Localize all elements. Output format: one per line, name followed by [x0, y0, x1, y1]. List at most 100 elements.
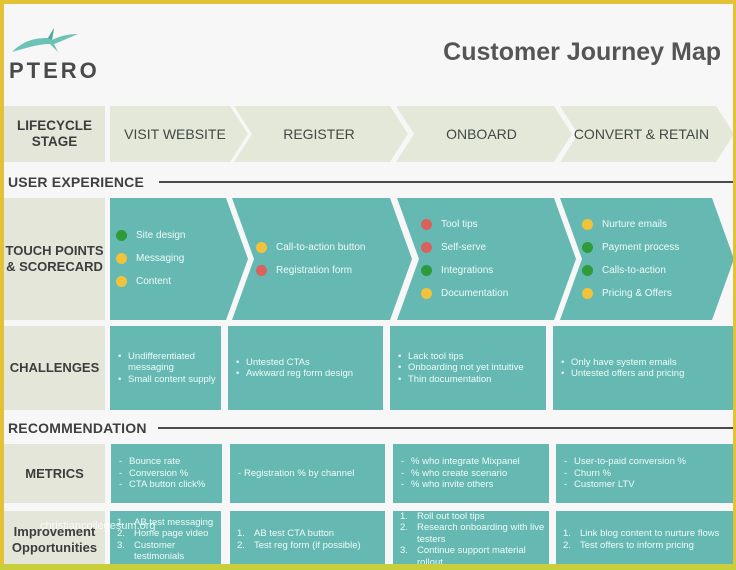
metrics-list-item: -% who integrate Mixpanel	[393, 456, 549, 468]
section-user-experience: USER EXPERIENCE	[8, 174, 145, 190]
list-text: Test offers to inform pricing	[580, 539, 694, 551]
status-red-dot-icon	[421, 219, 432, 230]
challenges-list-item: • Undifferentiated messaging	[110, 351, 221, 374]
lifecycle-stage-label: LIFECYCLE STAGE	[4, 106, 105, 162]
list-marker: -	[564, 467, 568, 479]
list-marker: 1.	[400, 510, 408, 522]
list-marker: -	[401, 456, 405, 468]
list-marker: •	[236, 356, 240, 368]
challenges-list-item: • Awkward reg form design	[228, 368, 383, 380]
improvements-register: 1. AB test CTA button 2. Test reg form (if …	[230, 511, 385, 568]
touch-point-item: Messaging	[116, 247, 185, 270]
touch-points-visit-website: Site design Messaging Content	[116, 224, 185, 293]
list-text: Small content supply	[128, 373, 216, 385]
list-text: Awkward reg form design	[246, 368, 354, 379]
list-text: Conversion %	[129, 467, 189, 479]
touch-point-text: Documentation	[441, 288, 509, 299]
list-text: Registration % by channel	[244, 467, 355, 479]
status-green-dot-icon	[582, 242, 593, 253]
list-marker: 3.	[117, 539, 125, 551]
status-yellow-dot-icon	[256, 242, 267, 253]
metrics-list-item: - Bounce rate	[111, 456, 222, 468]
list-text: Untested CTAs	[246, 356, 310, 368]
touch-points-convert-retain: Nurture emails Payment process Calls-to-ac…	[582, 213, 679, 305]
challenges-list-item: • Small content supply	[110, 374, 221, 386]
touch-point-item: Self-serve	[421, 236, 508, 259]
list-marker: •	[561, 368, 565, 379]
metrics-list-item: - Churn %	[556, 468, 733, 480]
improvements-list-item: 3. Customer testimonials	[110, 540, 221, 563]
status-yellow-dot-icon	[582, 219, 593, 230]
list-marker: -	[119, 467, 123, 479]
list-text: % who invite others	[411, 479, 494, 491]
challenges-label: CHALLENGES	[4, 326, 105, 410]
touch-point-item: Registration form	[256, 259, 366, 282]
touch-point-item: Content	[116, 270, 185, 293]
list-marker: •	[118, 373, 122, 385]
touch-point-item: Pricing & Offers	[582, 282, 679, 305]
list-text: Onboarding not yet intuitive	[408, 362, 524, 374]
list-text: Customer testimonials	[134, 539, 185, 563]
metrics-onboard: -% who integrate Mixpanel -% who create s…	[393, 444, 549, 503]
touch-point-item: Calls-to-action	[582, 259, 679, 282]
list-marker: -	[238, 467, 242, 479]
challenges-visit-website: • Undifferentiated messaging • Small conten…	[110, 326, 221, 410]
list-marker: •	[118, 350, 122, 362]
touch-point-text: Registration form	[276, 265, 353, 276]
metrics-list-item: - Conversion %	[111, 468, 222, 480]
touch-point-text: Call-to-action button	[276, 242, 366, 253]
list-marker: -	[119, 479, 123, 491]
list-text: Only have system emails	[571, 356, 677, 368]
touch-points-label: TOUCH POINTS & SCORECARD	[4, 198, 105, 320]
challenges-convert-retain: • Only have system emails • Untested offers…	[553, 326, 733, 410]
improvements-onboard: 1. Roll out tool tips 2. Research onboardin…	[393, 511, 549, 568]
list-marker: -	[401, 467, 405, 479]
status-green-dot-icon	[582, 265, 593, 276]
touch-point-item: Call-to-action button	[256, 236, 366, 259]
improvements-convert-retain: 1. Link blog content to nurture flows 2. Te…	[556, 511, 733, 568]
list-marker: •	[236, 368, 240, 379]
touch-point-item: Nurture emails	[582, 213, 679, 236]
touch-point-text: Self-serve	[441, 242, 487, 253]
status-yellow-dot-icon	[582, 288, 593, 299]
status-yellow-dot-icon	[116, 276, 127, 287]
status-yellow-dot-icon	[116, 253, 127, 264]
challenges-list-item: • Only have system emails	[553, 357, 733, 369]
list-marker: 1.	[237, 528, 245, 539]
challenges-register: • Untested CTAs • Awkward reg form design	[228, 326, 383, 410]
challenges-list-item: • Untested CTAs	[228, 357, 383, 369]
section-divider	[159, 181, 733, 183]
stage-visit-website: VISIT WEBSITE	[124, 126, 226, 142]
list-marker: 2.	[237, 539, 245, 551]
improvements-list-item: 1. AB test CTA button	[230, 528, 385, 540]
touch-point-item: Site design	[116, 224, 185, 247]
list-text: Thin documentation	[408, 373, 492, 385]
metrics-list-item: - Customer LTV	[556, 479, 733, 491]
touch-point-text: Integrations	[441, 265, 494, 276]
metrics-list-item: -% who create scenario	[393, 468, 549, 480]
list-text: % who create scenario	[411, 467, 508, 479]
metrics-convert-retain: - User-to-paid conversion % - Churn % - Custo…	[556, 444, 733, 503]
metrics-list-item: - User-to-paid conversion %	[556, 456, 733, 468]
list-text: Test reg form (if possible)	[254, 539, 361, 551]
list-text: CTA button click%	[129, 479, 206, 491]
frame-bottom-strip	[0, 564, 736, 570]
status-green-dot-icon	[116, 230, 127, 241]
touch-point-item: Documentation	[421, 282, 508, 305]
improvements-list-item: 2. Test reg form (if possible)	[230, 540, 385, 552]
list-marker: •	[561, 356, 565, 368]
list-text: User-to-paid conversion %	[574, 456, 686, 468]
touch-point-text: Pricing & Offers	[602, 288, 672, 299]
stage-onboard: ONBOARD	[446, 126, 517, 142]
metrics-visit-website: - Bounce rate - Conversion % - CTA button cli…	[111, 444, 222, 503]
touch-point-item: Integrations	[421, 259, 508, 282]
improvements-list-item: 2. Test offers to inform pricing	[556, 540, 733, 552]
list-text: Undifferentiated messaging	[128, 350, 195, 374]
list-marker: 2.	[563, 539, 571, 551]
list-marker: -	[401, 479, 405, 491]
challenges-list-item: • Thin documentation	[390, 374, 546, 386]
list-marker: -	[564, 479, 568, 491]
list-text: Link blog content to nurture flows	[580, 528, 720, 539]
metrics-list-item: -% who invite others	[393, 479, 549, 491]
challenges-list-item: • Onboarding not yet intuitive	[390, 362, 546, 374]
